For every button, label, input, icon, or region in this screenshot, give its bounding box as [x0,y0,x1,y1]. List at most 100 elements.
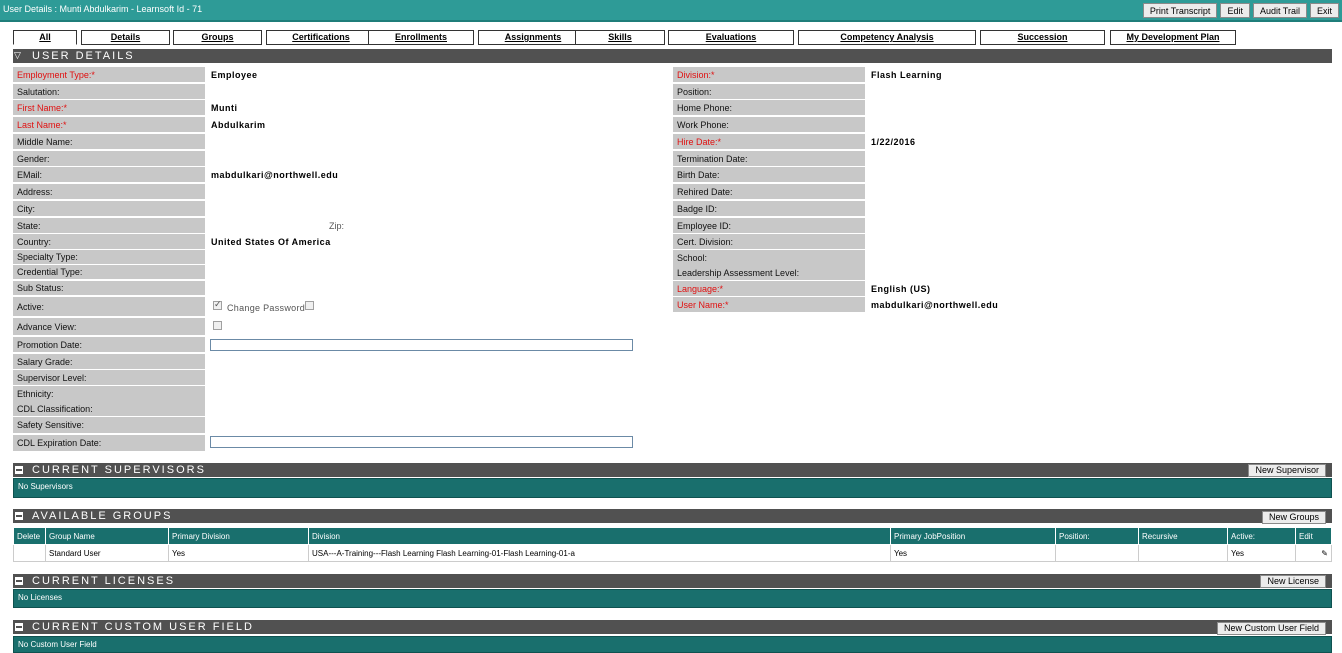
section-title: CURRENT LICENSES [32,575,176,587]
primary-jobposition-cell: Yes [890,544,1056,562]
column-header: Delete [13,527,46,545]
position-label: Position: [673,84,865,100]
column-header: Primary JobPosition [890,527,1056,545]
first-name-value: Munti [211,103,238,113]
last-name-label: Last Name:* [13,117,205,133]
column-header: Primary Division [168,527,309,545]
hire-date-value: 1/22/2016 [871,137,916,147]
employment-type-label: Employment Type:* [13,67,205,83]
active-checkbox[interactable] [213,299,222,310]
credential-type-label: Credential Type: [13,265,205,280]
employee-id-label: Employee ID: [673,218,865,234]
collapse-triangle-icon[interactable]: ▽ [14,50,21,61]
birth-date-label: Birth Date: [673,167,865,183]
current-licenses-header[interactable]: CURRENT LICENSES New License [13,574,1332,588]
state-label: State: [13,218,205,234]
collapse-icon[interactable] [15,466,23,474]
group-name-cell: Standard User [45,544,169,562]
active-label: Active: [13,297,205,317]
position-cell [1055,544,1139,562]
school-label: School: [673,250,865,266]
rehired-date-label: Rehired Date: [673,184,865,200]
work-phone-label: Work Phone: [673,117,865,133]
empty-message: No Custom User Field [18,640,97,649]
tab-certifications[interactable]: Certifications [266,30,376,45]
gender-label: Gender: [13,151,205,167]
primary-division-cell: Yes [168,544,309,562]
table-header-row: Delete Group Name Primary Division Divis… [13,527,1332,545]
available-groups-header[interactable]: AVAILABLE GROUPS New Groups [13,509,1332,524]
new-license-button[interactable]: New License [1260,575,1326,588]
column-header: Position: [1055,527,1139,545]
exit-button[interactable]: Exit [1309,3,1339,18]
column-header: Group Name [45,527,169,545]
tab-enrollments[interactable]: Enrollments [368,30,474,45]
empty-message: No Supervisors [18,482,73,491]
print-transcript-button[interactable]: Print Transcript [1142,3,1218,18]
title-bar: User Details : Munti Abdulkarim - Learns… [0,0,1342,22]
supervisors-panel: No Supervisors [13,478,1332,498]
user-name-value: mabdulkari@northwell.edu [871,300,999,310]
safety-sensitive-label: Safety Sensitive: [13,417,205,434]
home-phone-label: Home Phone: [673,100,865,116]
column-header: Edit [1295,527,1332,545]
city-label: City: [13,201,205,217]
tab-succession[interactable]: Succession [980,30,1105,45]
cdl-expiration-date-input[interactable] [210,436,633,448]
collapse-icon[interactable] [15,512,23,520]
user-details-header[interactable]: ▽ USER DETAILS [13,49,1332,63]
section-title: CURRENT SUPERVISORS [32,464,206,476]
section-title: CURRENT CUSTOM USER FIELD [32,621,254,633]
supervisor-level-label: Supervisor Level: [13,370,205,386]
advance-view-label: Advance View: [13,318,205,336]
title-bar-buttons: Print Transcript Edit Audit Trail Exit [1142,3,1339,18]
sub-status-label: Sub Status: [13,281,205,296]
division-cell: USA---A-Training---Flash Learning Flash … [308,544,891,562]
section-title: USER DETAILS [32,50,135,62]
badge-id-label: Badge ID: [673,201,865,217]
ethnicity-label: Ethnicity: [13,386,205,402]
column-header: Recursive [1138,527,1228,545]
promotion-date-label: Promotion Date: [13,337,205,353]
edit-button[interactable]: Edit [1220,3,1250,18]
termination-date-label: Termination Date: [673,151,865,167]
zip-label: Zip: [329,221,345,231]
custom-user-field-panel: No Custom User Field [13,636,1332,653]
current-supervisors-header[interactable]: CURRENT SUPERVISORS New Supervisor [13,463,1332,477]
collapse-icon[interactable] [15,623,23,631]
new-groups-button[interactable]: New Groups [1261,511,1326,524]
leadership-assessment-level-label: Leadership Assessment Level: [673,265,865,281]
recursive-cell [1138,544,1228,562]
promotion-date-input[interactable] [210,339,633,351]
collapse-icon[interactable] [15,577,23,585]
country-value: United States Of America [211,237,331,247]
pencil-icon[interactable]: ✎ [1321,549,1328,558]
change-password-checkbox[interactable] [305,301,314,310]
delete-cell[interactable] [13,544,46,562]
user-name-label: User Name:* [673,297,865,313]
column-header: Active: [1227,527,1296,545]
tab-assignments[interactable]: Assignments [478,30,588,45]
tab-groups[interactable]: Groups [173,30,262,45]
licenses-panel: No Licenses [13,589,1332,608]
new-custom-user-field-button[interactable]: New Custom User Field [1216,622,1326,635]
audit-trail-button[interactable]: Audit Trail [1252,3,1307,18]
advance-view-checkbox[interactable] [213,321,222,330]
new-supervisor-button[interactable]: New Supervisor [1248,464,1326,477]
tab-my-development-plan[interactable]: My Development Plan [1110,30,1236,45]
tab-evaluations[interactable]: Evaluations [668,30,794,45]
cert-division-label: Cert. Division: [673,234,865,250]
edit-cell[interactable]: ✎ [1295,544,1332,562]
country-label: Country: [13,234,205,250]
language-label: Language:* [673,281,865,297]
section-title: AVAILABLE GROUPS [32,510,173,522]
tab-skills[interactable]: Skills [575,30,665,45]
tab-details[interactable]: Details [81,30,170,45]
tab-competency-analysis[interactable]: Competency Analysis [798,30,976,45]
change-password-label: Change Password [227,303,306,313]
hire-date-label: Hire Date:* [673,134,865,150]
custom-user-field-header[interactable]: CURRENT CUSTOM USER FIELD New Custom Use… [13,620,1332,635]
tab-all[interactable]: All [13,30,77,45]
window-title: User Details : Munti Abdulkarim - Learns… [3,4,203,14]
employment-type-value: Employee [211,70,258,80]
